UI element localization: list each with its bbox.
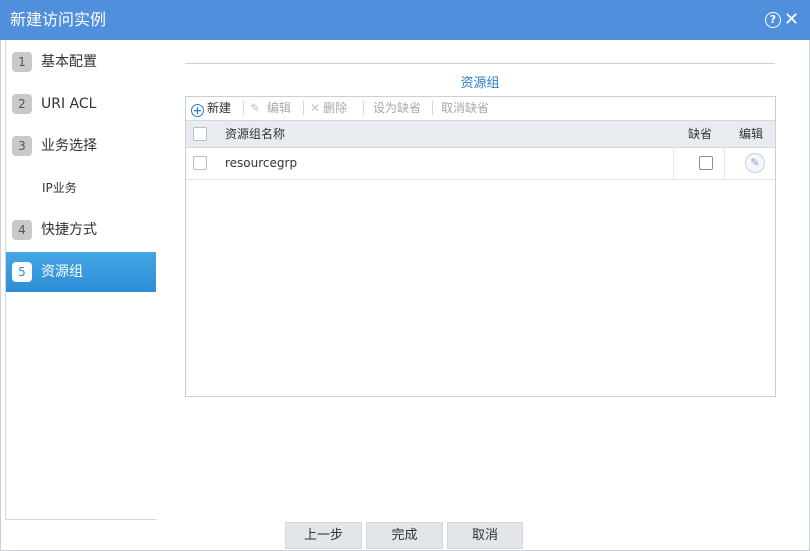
section-title: 资源组	[460, 76, 500, 91]
pencil-icon: ✎	[250, 101, 261, 115]
sidebar-item-label: 资源组	[41, 264, 83, 280]
step-number: 3	[12, 136, 32, 156]
sidebar-item-uri-acl[interactable]: 2 URI ACL	[6, 84, 156, 124]
sidebar-item-shortcut[interactable]: 4 快捷方式	[6, 210, 156, 250]
resource-group-panel: + 新建 ✎ 编辑 ✕ 删除 设为缺省 取消缺省 资源组名称 缺省 编辑 resour…	[185, 96, 776, 397]
cancel-default-button[interactable]: 取消缺省	[441, 100, 489, 116]
sidebar-item-label: 快捷方式	[41, 222, 97, 238]
sidebar-item-resource-group[interactable]: 5 资源组	[6, 252, 156, 292]
sidebar-item-service-select[interactable]: 3 业务选择	[6, 126, 156, 166]
sidebar-subitem-ip-service[interactable]: IP业务	[42, 179, 77, 197]
step-number: 5	[12, 262, 32, 282]
prev-step-button[interactable]: 上一步	[285, 522, 362, 549]
step-number: 1	[12, 52, 32, 72]
plus-icon: +	[191, 104, 204, 117]
select-all-checkbox[interactable]	[193, 127, 207, 141]
edit-button[interactable]: ✎ 编辑	[250, 100, 291, 116]
edit-pencil-icon[interactable]: ✎	[745, 153, 765, 173]
close-icon[interactable]: ✕	[784, 10, 799, 30]
cancel-button[interactable]: 取消	[447, 522, 523, 549]
sidebar-item-label: 业务选择	[41, 138, 97, 154]
toolbar-separator	[243, 101, 244, 115]
delete-button[interactable]: ✕ 删除	[310, 100, 347, 116]
table-row[interactable]: resourcegrp ✎	[186, 147, 775, 180]
toolbar: + 新建 ✎ 编辑 ✕ 删除 设为缺省 取消缺省	[186, 97, 775, 119]
sidebar-item-basic-config[interactable]: 1 基本配置	[6, 42, 156, 82]
column-divider	[724, 147, 725, 179]
column-header-name: 资源组名称	[225, 127, 286, 141]
step-number: 2	[12, 94, 32, 114]
row-select-checkbox[interactable]	[193, 156, 207, 170]
step-number: 4	[12, 220, 32, 240]
dialog-title: 新建访问实例	[10, 10, 107, 29]
column-divider	[673, 147, 674, 179]
sidebar-item-label: 基本配置	[41, 54, 97, 70]
table-header: 资源组名称 缺省 编辑	[186, 120, 775, 148]
new-button[interactable]: + 新建	[191, 100, 231, 117]
column-header-edit: 编辑	[739, 127, 764, 141]
help-icon[interactable]: ?	[765, 12, 781, 28]
resource-group-name: resourcegrp	[225, 156, 298, 170]
default-checkbox[interactable]	[699, 156, 713, 170]
finish-button[interactable]: 完成	[366, 522, 443, 549]
column-header-default: 缺省	[688, 127, 713, 141]
set-default-button[interactable]: 设为缺省	[373, 100, 421, 116]
dialog-titlebar: 新建访问实例 ? ✕	[0, 0, 810, 40]
toolbar-separator	[303, 101, 304, 115]
toolbar-separator	[432, 101, 433, 115]
section-divider	[185, 63, 775, 64]
toolbar-separator	[363, 101, 364, 115]
sidebar-item-label: URI ACL	[41, 96, 97, 112]
delete-x-icon: ✕	[310, 101, 321, 115]
